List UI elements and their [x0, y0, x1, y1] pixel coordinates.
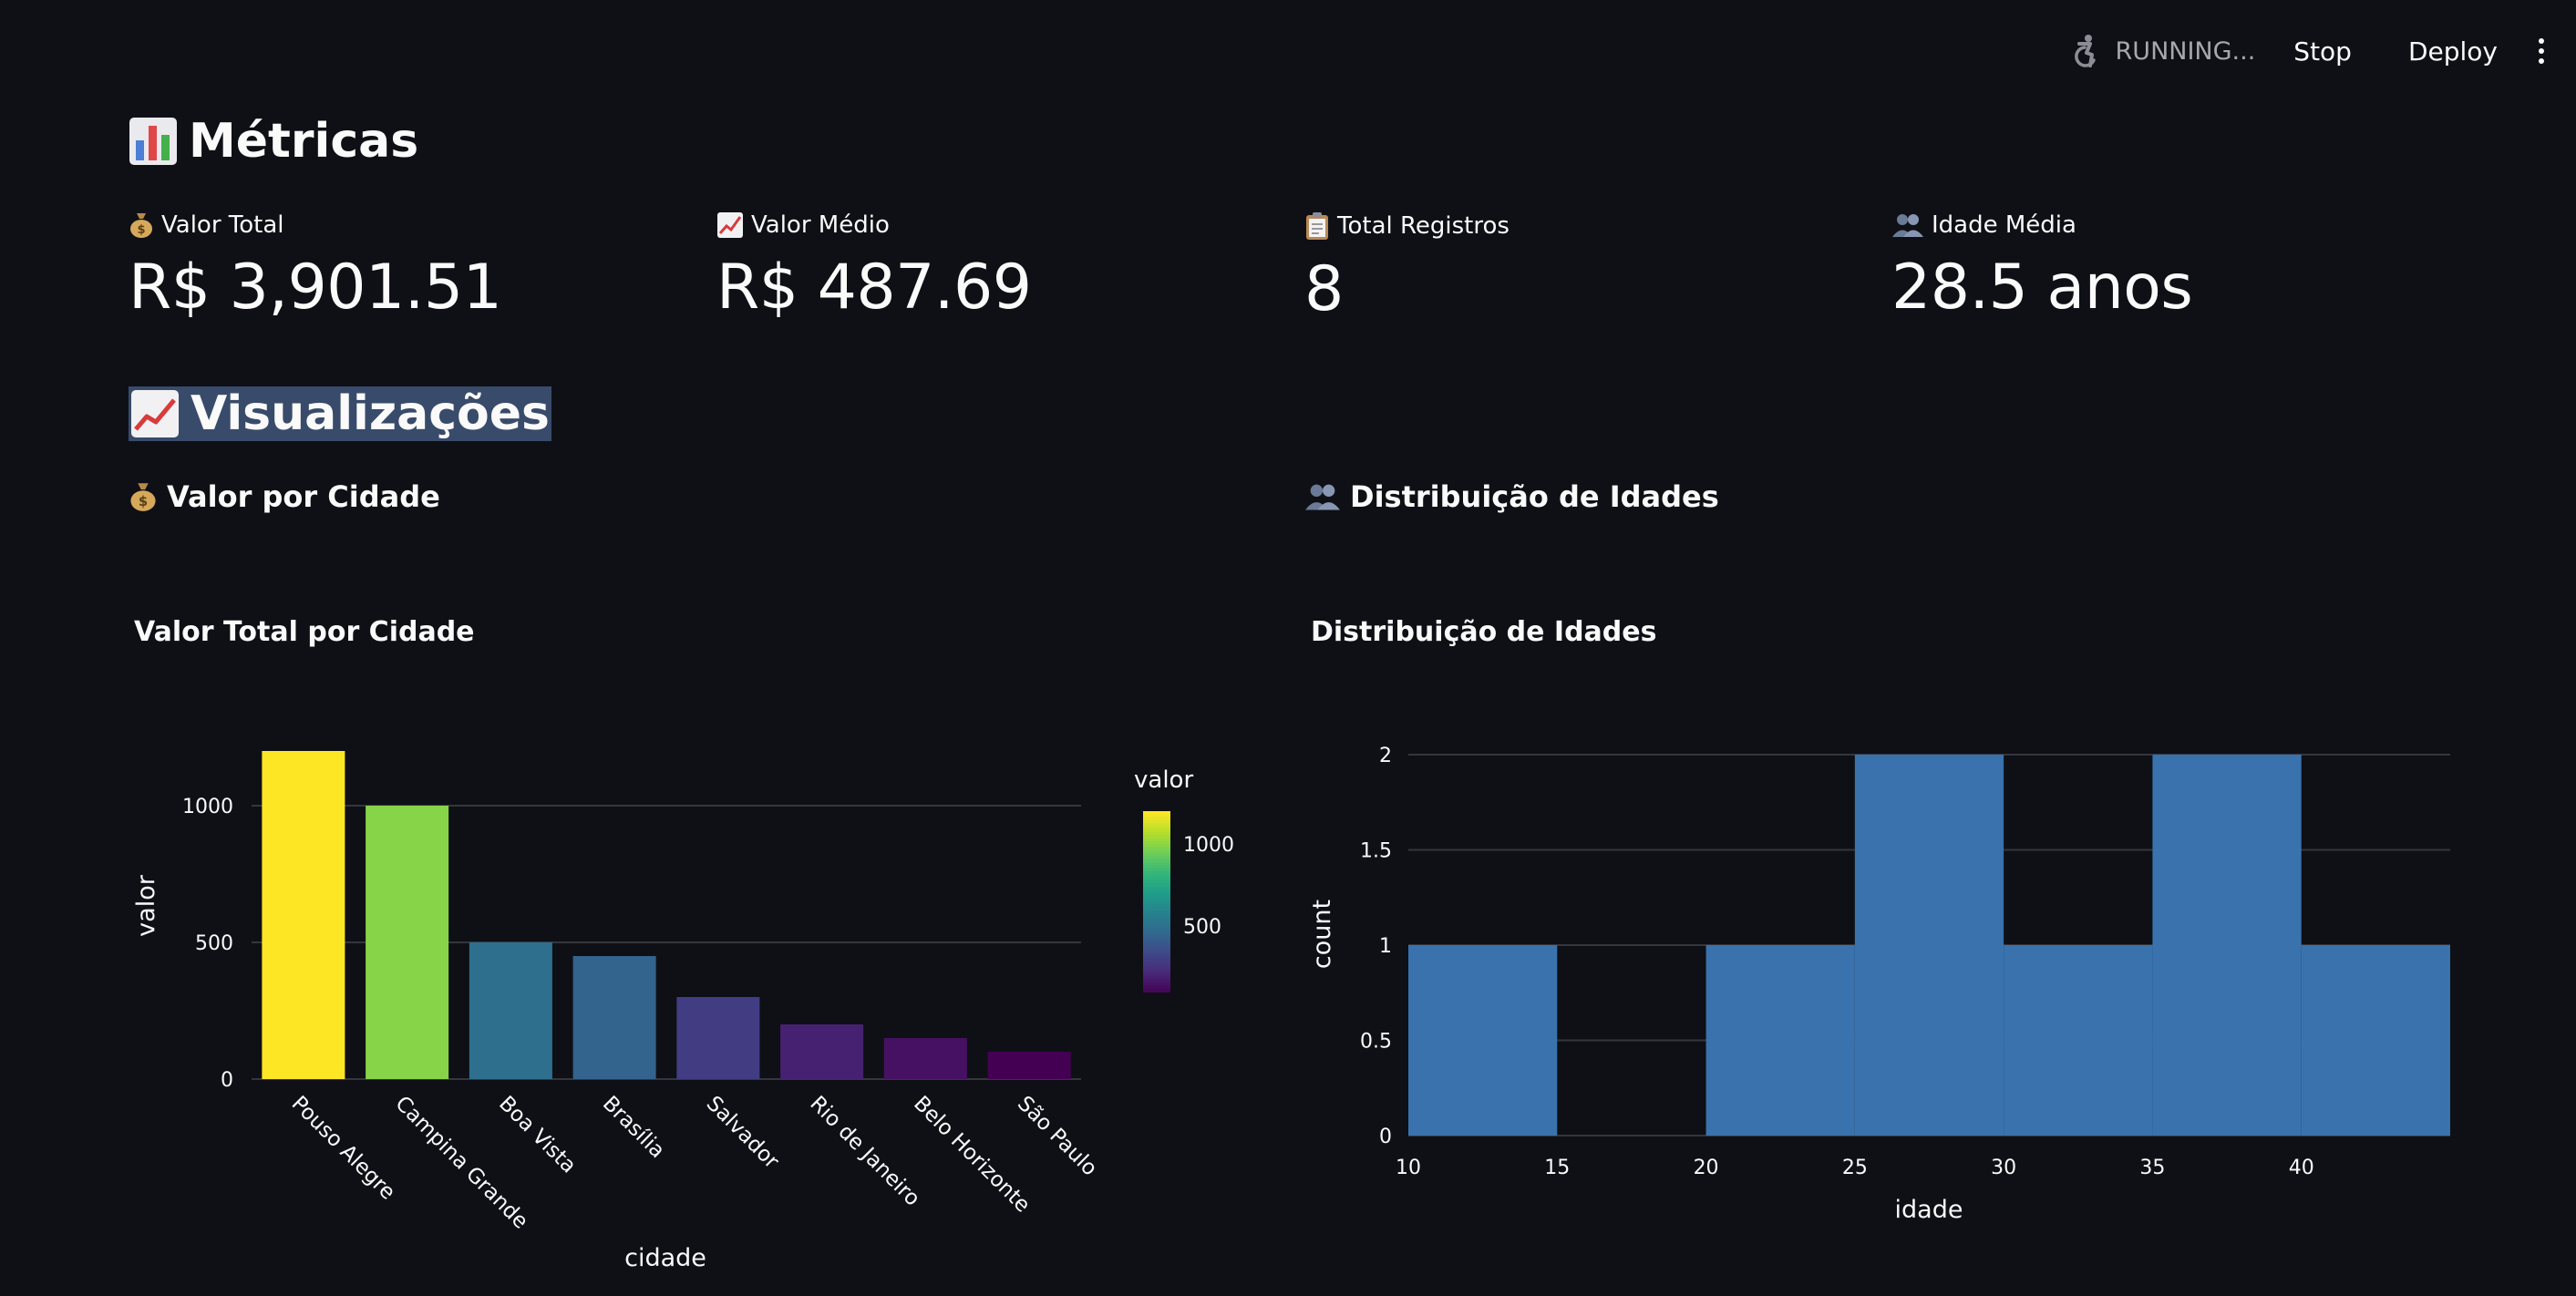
x-tick-label: 30: [1991, 1157, 2016, 1179]
x-axis-title: idade: [1895, 1196, 1963, 1224]
x-tick-label: 35: [2139, 1157, 2165, 1179]
histogram-bar: [2301, 945, 2450, 1136]
y-tick-label: 0.5: [1360, 1031, 1392, 1054]
histogram-bar: [1705, 945, 1855, 1136]
y-tick-label: 1: [1379, 935, 1392, 958]
x-tick-label: 10: [1396, 1157, 1421, 1179]
x-tick-label: 40: [2289, 1157, 2314, 1179]
histogram-bar: [1408, 945, 1558, 1136]
y-tick-label: 2: [1379, 745, 1392, 767]
histogram-bar: [2004, 945, 2153, 1136]
x-tick-label: 20: [1694, 1157, 1719, 1179]
distribuicao-idades-chart: 0 0.5 1 1.5 2 10 15 20 25 30 35 40 idade count: [1308, 745, 2450, 1224]
x-tick-label: 15: [1544, 1157, 1570, 1179]
y-axis-title: count: [1308, 900, 1336, 969]
y-tick-label: 1.5: [1360, 840, 1392, 863]
histogram-bar: [1854, 755, 2004, 1136]
y-tick-label: 0: [1379, 1126, 1392, 1148]
histogram-bar: [2152, 755, 2302, 1136]
x-tick-label: 25: [1842, 1157, 1868, 1179]
